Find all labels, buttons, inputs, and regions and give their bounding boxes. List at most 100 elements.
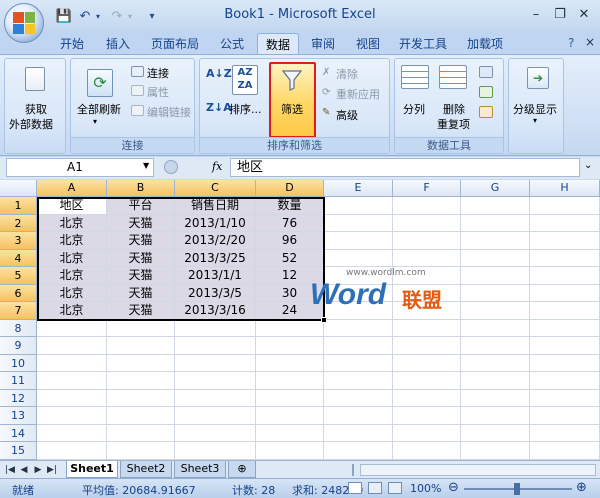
- cell[interactable]: [530, 319, 600, 337]
- row-header-3[interactable]: 3: [0, 232, 37, 250]
- row-header-6[interactable]: 6: [0, 284, 37, 302]
- tab-developer[interactable]: 开发工具: [392, 33, 454, 55]
- cell[interactable]: [461, 214, 530, 232]
- refresh-all-label[interactable]: 全部刷新: [77, 101, 121, 117]
- cell[interactable]: [461, 372, 530, 390]
- cell[interactable]: [393, 214, 461, 232]
- col-header-c[interactable]: C: [175, 180, 256, 197]
- cell[interactable]: [530, 249, 600, 267]
- cell[interactable]: [393, 354, 461, 372]
- cell[interactable]: [107, 442, 175, 460]
- cell[interactable]: [393, 442, 461, 460]
- what-if-icon[interactable]: [479, 106, 493, 118]
- cell[interactable]: [37, 337, 107, 355]
- cell[interactable]: [461, 407, 530, 425]
- tab-formulas[interactable]: 公式: [212, 33, 252, 55]
- tab-insert[interactable]: 插入: [98, 33, 138, 55]
- zoom-slider-thumb[interactable]: [514, 483, 520, 495]
- last-sheet-icon[interactable]: ▶|: [46, 463, 58, 477]
- sheet-tab-1[interactable]: Sheet1: [66, 461, 118, 478]
- cell[interactable]: [530, 354, 600, 372]
- cell[interactable]: [324, 197, 393, 215]
- cell[interactable]: [530, 197, 600, 215]
- cell[interactable]: [530, 232, 600, 250]
- table-cell[interactable]: 76: [256, 214, 324, 232]
- ribbon-close-icon[interactable]: ×: [585, 35, 595, 49]
- cell[interactable]: [324, 284, 393, 302]
- minimize-icon[interactable]: –: [524, 4, 548, 24]
- redo-icon[interactable]: ↷: [110, 7, 124, 25]
- row-header-15[interactable]: 15: [0, 442, 37, 460]
- cell[interactable]: [530, 389, 600, 407]
- remove-duplicates-label-2[interactable]: 重复项: [437, 116, 470, 132]
- cell[interactable]: [461, 232, 530, 250]
- outline-dropdown-icon[interactable]: ▾: [533, 116, 537, 125]
- cell[interactable]: [461, 302, 530, 320]
- cell[interactable]: [324, 214, 393, 232]
- cell[interactable]: [530, 337, 600, 355]
- cell[interactable]: [175, 337, 256, 355]
- cell[interactable]: [175, 389, 256, 407]
- zoom-level[interactable]: 100%: [410, 482, 441, 495]
- tab-page-layout[interactable]: 页面布局: [144, 33, 206, 55]
- advanced-button[interactable]: 高级: [336, 107, 358, 123]
- cell[interactable]: [393, 424, 461, 442]
- save-icon[interactable]: 💾: [56, 7, 72, 25]
- cell[interactable]: [530, 302, 600, 320]
- redo-dropdown-icon[interactable]: ▾: [125, 7, 135, 25]
- table-cell[interactable]: 2013/3/5: [175, 284, 256, 302]
- cell[interactable]: [107, 389, 175, 407]
- table-cell[interactable]: 2013/3/25: [175, 249, 256, 267]
- sort-button[interactable]: 排序...: [229, 101, 262, 117]
- cell[interactable]: [530, 424, 600, 442]
- cell[interactable]: [461, 284, 530, 302]
- cell[interactable]: [256, 389, 324, 407]
- cell[interactable]: [461, 442, 530, 460]
- select-all-corner[interactable]: [0, 180, 37, 197]
- remove-duplicates-label-1[interactable]: 删除: [443, 101, 465, 117]
- formula-input[interactable]: 地区: [230, 158, 580, 177]
- fx-icon[interactable]: fx: [212, 160, 222, 173]
- cell[interactable]: [324, 407, 393, 425]
- cell[interactable]: [393, 407, 461, 425]
- cell[interactable]: [256, 372, 324, 390]
- cell[interactable]: [107, 319, 175, 337]
- table-cell[interactable]: 北京: [37, 214, 107, 232]
- cell[interactable]: [461, 424, 530, 442]
- row-header-7[interactable]: 7: [0, 302, 37, 320]
- table-cell[interactable]: 2013/1/1: [175, 267, 256, 285]
- cell[interactable]: [37, 319, 107, 337]
- connections-button[interactable]: 连接: [147, 65, 169, 81]
- row-header-8[interactable]: 8: [0, 319, 37, 337]
- refresh-dropdown-icon[interactable]: ▾: [93, 117, 97, 126]
- prev-sheet-icon[interactable]: ◀: [18, 463, 30, 477]
- col-header-g[interactable]: G: [461, 180, 530, 197]
- undo-icon[interactable]: ↶: [78, 7, 92, 25]
- table-cell[interactable]: 52: [256, 249, 324, 267]
- tab-add-ins[interactable]: 加载项: [460, 33, 510, 55]
- cell[interactable]: [393, 249, 461, 267]
- clear-button[interactable]: 清除: [336, 66, 358, 82]
- cell[interactable]: [461, 354, 530, 372]
- consolidate-icon[interactable]: [479, 86, 493, 98]
- cell[interactable]: [324, 267, 393, 285]
- sort-za-icon[interactable]: Z↓A: [206, 101, 232, 114]
- table-cell[interactable]: 天猫: [107, 249, 175, 267]
- cell[interactable]: [175, 442, 256, 460]
- row-header-1[interactable]: 1: [0, 197, 37, 215]
- filter-label[interactable]: 筛选: [281, 101, 303, 117]
- cell[interactable]: [37, 407, 107, 425]
- table-cell[interactable]: 北京: [37, 267, 107, 285]
- cell[interactable]: [324, 424, 393, 442]
- cell[interactable]: [393, 337, 461, 355]
- cell[interactable]: [530, 372, 600, 390]
- cell[interactable]: [37, 372, 107, 390]
- cell[interactable]: [324, 389, 393, 407]
- close-icon[interactable]: ✕: [572, 4, 596, 24]
- table-cell[interactable]: 天猫: [107, 214, 175, 232]
- cell[interactable]: [37, 424, 107, 442]
- cell[interactable]: [461, 319, 530, 337]
- outline-icon[interactable]: ➔: [527, 67, 549, 89]
- zoom-out-icon[interactable]: ⊖: [448, 480, 459, 495]
- col-header-a[interactable]: A: [37, 180, 107, 197]
